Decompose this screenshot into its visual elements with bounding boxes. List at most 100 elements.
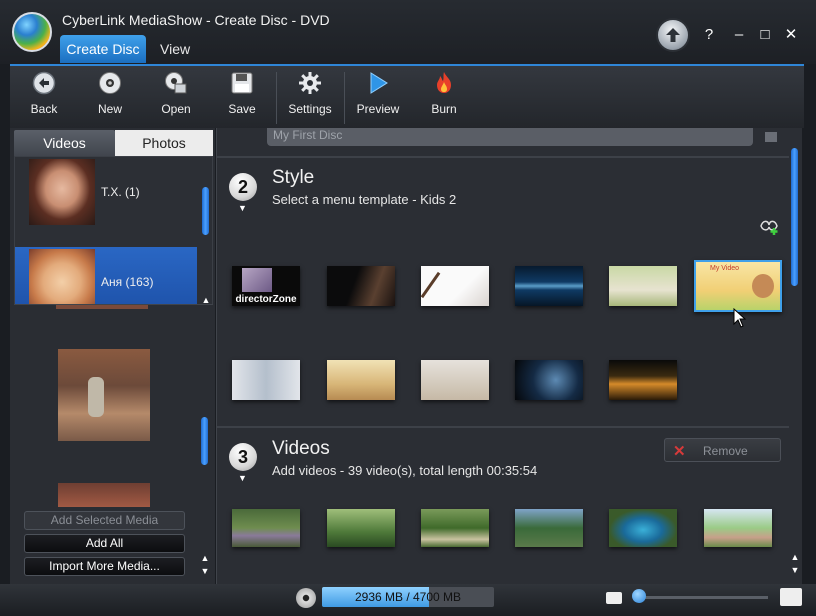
add-all-button[interactable]: Add All bbox=[24, 534, 185, 553]
small-thumbnail-icon[interactable] bbox=[606, 592, 622, 604]
play-icon bbox=[365, 70, 391, 96]
album-scrollbar[interactable] bbox=[201, 157, 211, 317]
videos-section-title: Videos bbox=[272, 438, 330, 459]
style-section-title: Style bbox=[272, 167, 315, 188]
settings-label: Settings bbox=[288, 102, 332, 116]
teddy-bear-graphic bbox=[752, 274, 774, 298]
new-disc-icon bbox=[97, 70, 123, 96]
save-button[interactable]: Save bbox=[212, 70, 272, 126]
scrollbar-thumb[interactable] bbox=[791, 148, 798, 286]
main-scrollbar[interactable] bbox=[790, 132, 800, 548]
minimize-button[interactable]: – bbox=[730, 26, 748, 44]
open-button[interactable]: Open bbox=[146, 70, 206, 126]
scrollbar-thumb[interactable] bbox=[201, 417, 208, 465]
album-item[interactable]: T.X. (1) bbox=[15, 157, 197, 229]
video-thumbnail[interactable] bbox=[421, 509, 489, 547]
large-thumbnail-icon[interactable] bbox=[780, 588, 802, 606]
disc-icon[interactable] bbox=[296, 588, 316, 608]
home-button[interactable] bbox=[656, 18, 690, 52]
video-thumbnail[interactable] bbox=[704, 509, 772, 547]
disc-name-field[interactable]: My First Disc bbox=[267, 128, 753, 146]
template-label: directorZone bbox=[235, 294, 297, 305]
scroll-down-arrow-icon[interactable]: ▼ bbox=[200, 566, 210, 576]
burn-button[interactable]: Burn bbox=[414, 70, 474, 126]
back-arrow-icon bbox=[31, 70, 57, 96]
remove-button[interactable]: ✕ Remove bbox=[664, 438, 781, 462]
preview-label: Preview bbox=[356, 102, 400, 116]
gear-icon bbox=[297, 70, 323, 96]
disc-capacity-bar: 2936 MB / 4700 MB bbox=[322, 587, 494, 607]
new-label: New bbox=[97, 102, 122, 116]
tab-create-disc[interactable]: Create Disc bbox=[60, 35, 146, 63]
import-more-media-button[interactable]: Import More Media... bbox=[24, 557, 185, 576]
template-thumbnail[interactable] bbox=[327, 360, 395, 400]
album-label: T.X. (1) bbox=[101, 185, 140, 199]
video-thumbnail[interactable] bbox=[515, 509, 583, 547]
template-thumbnail[interactable] bbox=[515, 360, 583, 400]
close-button[interactable]: ✕ bbox=[782, 26, 800, 44]
album-label: Аня (163) bbox=[101, 275, 154, 289]
step-number-badge: 2 bbox=[229, 173, 257, 201]
media-thumbnail[interactable] bbox=[58, 483, 150, 507]
disc-settings-panel: My First Disc 2 ▼ Style Select a menu te… bbox=[216, 128, 802, 584]
template-thumbnail-directorzone[interactable]: directorZone bbox=[232, 266, 300, 306]
new-button[interactable]: New bbox=[80, 70, 140, 126]
step-number-badge: 3 bbox=[229, 443, 257, 471]
back-button[interactable]: Back bbox=[14, 70, 74, 126]
template-thumbnail[interactable] bbox=[420, 266, 489, 306]
videos-section-subtitle: Add videos - 39 video(s), total length 0… bbox=[272, 463, 538, 478]
media-thumbnail[interactable] bbox=[58, 349, 150, 441]
app-logo-icon[interactable] bbox=[12, 12, 52, 52]
video-thumbnail[interactable] bbox=[609, 509, 677, 547]
settings-button[interactable]: Settings bbox=[280, 70, 340, 126]
template-thumbnail-selected[interactable]: My Video bbox=[694, 260, 782, 312]
remove-x-icon: ✕ bbox=[673, 443, 686, 460]
help-button[interactable]: ? bbox=[700, 26, 718, 44]
back-label: Back bbox=[30, 102, 58, 116]
template-thumbnail[interactable] bbox=[515, 266, 583, 306]
app-title: CyberLink MediaShow - Create Disc - DVD bbox=[62, 12, 330, 28]
scrollbar-thumb[interactable] bbox=[202, 187, 209, 235]
tab-view[interactable]: View bbox=[160, 41, 190, 57]
brush-graphic bbox=[420, 271, 441, 299]
template-thumbnail[interactable] bbox=[232, 360, 300, 400]
video-thumbnail[interactable] bbox=[232, 509, 300, 547]
maximize-button[interactable]: □ bbox=[756, 26, 774, 44]
media-thumbnail[interactable] bbox=[56, 305, 148, 309]
preview-button[interactable]: Preview bbox=[348, 70, 408, 126]
save-label: Save bbox=[228, 102, 256, 116]
collapse-caret-icon[interactable]: ▼ bbox=[238, 203, 247, 213]
tab-photos[interactable]: Photos bbox=[115, 130, 213, 156]
slider-knob[interactable] bbox=[632, 589, 646, 603]
section-divider bbox=[217, 426, 789, 428]
up-arrow-icon bbox=[666, 28, 680, 42]
add-selected-media-button[interactable]: Add Selected Media bbox=[24, 511, 185, 530]
album-list: T.X. (1) Аня (163) ▲ ▼ bbox=[14, 156, 213, 328]
video-thumbnail[interactable] bbox=[327, 509, 395, 547]
toolbar: Back New Open Save Settings Preview Burn bbox=[10, 64, 804, 128]
scroll-up-arrow-icon[interactable]: ▲ bbox=[200, 553, 210, 563]
scroll-up-arrow-icon[interactable]: ▲ bbox=[790, 552, 800, 562]
add-template-icon[interactable] bbox=[759, 218, 781, 236]
burn-label: Burn bbox=[431, 102, 457, 116]
media-library-panel: Videos Photos T.X. (1) Аня (163) ▲ ▼ ▲ ▼… bbox=[10, 128, 215, 584]
collapse-caret-icon[interactable]: ▼ bbox=[238, 473, 247, 483]
scroll-down-arrow-icon[interactable]: ▼ bbox=[790, 565, 800, 575]
thumbnail-size-slider[interactable] bbox=[638, 596, 768, 599]
child-figure bbox=[88, 377, 104, 417]
template-thumbnail[interactable] bbox=[609, 360, 677, 400]
toolbar-separator bbox=[344, 72, 345, 124]
open-disc-icon bbox=[163, 70, 189, 96]
tab-videos[interactable]: Videos bbox=[14, 130, 115, 156]
title-bar: CyberLink MediaShow - Create Disc - DVD … bbox=[0, 0, 816, 64]
save-floppy-icon bbox=[229, 70, 255, 96]
template-thumbnail[interactable] bbox=[609, 266, 677, 306]
style-section-subtitle: Select a menu template - Kids 2 bbox=[272, 192, 457, 207]
media-scrollbar[interactable] bbox=[200, 311, 210, 557]
status-bar: 2936 MB / 4700 MB bbox=[0, 584, 816, 616]
album-thumbnail bbox=[29, 159, 95, 225]
template-thumbnail[interactable] bbox=[421, 360, 489, 400]
template-thumbnail[interactable] bbox=[327, 266, 395, 306]
disc-name-edit-button[interactable] bbox=[765, 132, 777, 142]
open-label: Open bbox=[161, 102, 191, 116]
